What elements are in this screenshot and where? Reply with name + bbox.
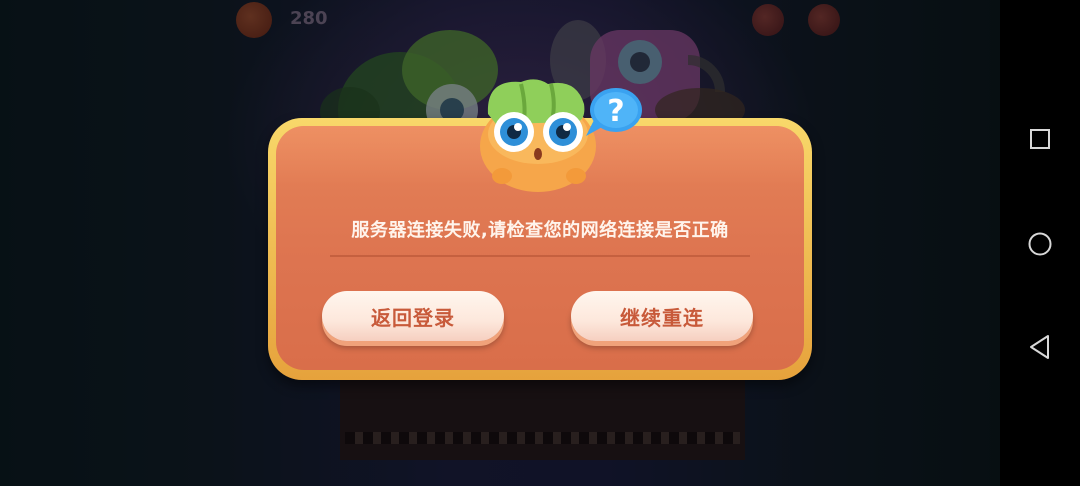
dialog-divider: [330, 255, 750, 257]
error-message: 服务器连接失败,请检查您的网络连接是否正确: [351, 220, 729, 241]
reconnect-button[interactable]: 继续重连: [571, 291, 753, 341]
circle-icon[interactable]: [1027, 231, 1053, 257]
triangle-back-icon[interactable]: [1028, 334, 1052, 360]
question-mark: ?: [607, 94, 624, 129]
back-to-login-button[interactable]: 返回登录: [322, 291, 504, 341]
question-bubble-icon: ?: [586, 88, 642, 136]
square-icon[interactable]: [1029, 128, 1051, 150]
